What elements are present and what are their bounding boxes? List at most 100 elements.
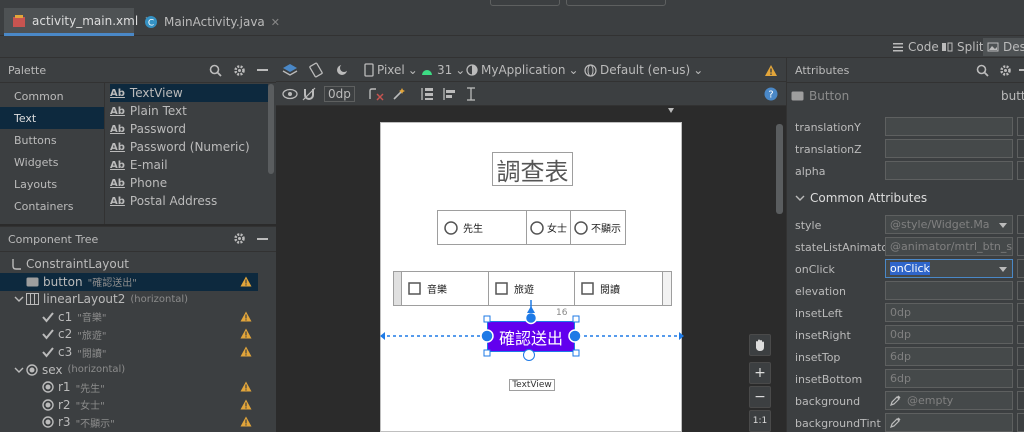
help-icon[interactable]: ? — [764, 85, 778, 103]
orientation-icon[interactable] — [308, 61, 324, 79]
palette-item[interactable]: Ab TextView — [110, 84, 268, 102]
color-picker-icon[interactable] — [890, 417, 901, 428]
gear-icon[interactable] — [999, 64, 1012, 77]
app-config-dropdown[interactable] — [490, 0, 560, 6]
pan-hand-button[interactable] — [749, 334, 771, 356]
guidelines-icon[interactable] — [464, 85, 478, 103]
attr-onclick-input[interactable]: onClick — [885, 259, 1013, 278]
chevron-down-icon[interactable] — [14, 294, 26, 304]
textview[interactable]: TextView — [509, 379, 555, 391]
resource-picker-button[interactable] — [1017, 215, 1024, 234]
split-view-button[interactable]: Split — [941, 38, 984, 56]
night-mode-icon[interactable] — [334, 61, 350, 79]
resource-picker-button[interactable] — [1017, 161, 1024, 180]
canvas-scrollbar[interactable] — [776, 124, 783, 214]
tab-main-activity-java[interactable]: C MainActivity.java ✕ — [136, 8, 280, 36]
layers-icon[interactable] — [282, 61, 298, 79]
warning-icon[interactable] — [240, 416, 252, 427]
checkbox-icon[interactable] — [581, 282, 594, 295]
radio-r2[interactable]: 女士 — [527, 211, 571, 244]
phone-screen[interactable]: 調查表 先生 女士 不顯示 音樂 旅遊 閱讀 16 確認送出 TextView — [380, 122, 682, 432]
api-dropdown[interactable]: 31 ⌄ — [420, 61, 465, 79]
palette-item[interactable]: Ab E-mail — [110, 156, 268, 174]
resource-picker-button[interactable] — [1017, 413, 1024, 432]
minimize-icon[interactable] — [1019, 69, 1024, 71]
attr-backgroundtint-input[interactable] — [885, 413, 1013, 432]
palette-category-layouts[interactable]: Layouts — [0, 173, 104, 195]
common-attributes-section[interactable]: Common Attributes — [787, 187, 1024, 209]
resource-picker-button[interactable] — [1017, 391, 1024, 410]
zoom-out-button[interactable]: − — [749, 386, 771, 408]
warning-icon[interactable] — [240, 311, 252, 322]
gear-icon[interactable] — [233, 232, 246, 245]
close-icon[interactable]: ✕ — [271, 16, 280, 29]
radio-button-icon[interactable] — [574, 220, 588, 235]
tab-activity-main-xml[interactable]: activity_main.xml ✕ — [4, 8, 153, 36]
sex-radio-group[interactable]: 先生 女士 不顯示 — [437, 210, 626, 245]
tree-row-r1[interactable]: r1 "先生" — [0, 378, 258, 396]
warning-icon[interactable] — [240, 328, 252, 339]
palette-category-buttons[interactable]: Buttons — [0, 129, 104, 151]
warning-icon[interactable] — [240, 346, 252, 357]
attr-input[interactable] — [885, 161, 1013, 180]
palette-item[interactable]: Ab Phone — [110, 174, 268, 192]
tree-row-r2[interactable]: r2 "女士" — [0, 396, 258, 414]
search-icon[interactable] — [209, 64, 222, 77]
device-dropdown[interactable]: Pixel ⌄ — [364, 61, 418, 79]
attr-elevation-input[interactable] — [885, 281, 1013, 300]
resource-picker-button[interactable] — [1017, 139, 1024, 158]
palette-category-containers[interactable]: Containers — [0, 195, 104, 217]
tree-row-ConstraintLayout[interactable]: ConstraintLayout — [0, 255, 258, 273]
color-picker-icon[interactable] — [890, 395, 901, 406]
tree-row-c1[interactable]: c1 "音樂" — [0, 308, 258, 326]
attr-insetleft-input[interactable]: 0dp — [885, 303, 1013, 322]
resource-picker-button[interactable] — [1017, 347, 1024, 366]
pack-icon[interactable] — [420, 85, 434, 103]
magnet-off-icon[interactable] — [302, 85, 316, 103]
resize-handle-icon[interactable] — [667, 107, 675, 115]
tree-row-linearLayout2[interactable]: linearLayout2 (horizontal) — [0, 290, 258, 308]
palette-item[interactable]: Ab Password — [110, 120, 268, 138]
resource-picker-button[interactable] — [1017, 237, 1024, 256]
minimize-icon[interactable] — [257, 238, 268, 240]
warning-icon[interactable] — [764, 61, 778, 79]
tree-row-c3[interactable]: c3 "閱讀" — [0, 343, 258, 361]
resource-picker-button[interactable] — [1017, 369, 1024, 388]
attr-insettop-input[interactable]: 6dp — [885, 347, 1013, 366]
resource-picker-button[interactable] — [1017, 281, 1024, 300]
palette-category-common[interactable]: Common — [0, 85, 104, 107]
attr-input[interactable] — [885, 117, 1013, 136]
attr-statelistanimator-input[interactable]: @animator/mtrl_btn_st — [885, 237, 1013, 256]
tree-row-c2[interactable]: c2 "旅遊" — [0, 325, 258, 343]
radio-button-icon[interactable] — [530, 220, 544, 235]
warning-icon[interactable] — [240, 276, 252, 287]
checkbox-icon[interactable] — [408, 282, 421, 295]
warning-icon[interactable] — [240, 381, 252, 392]
attr-insetright-input[interactable]: 0dp — [885, 325, 1013, 344]
resource-picker-button[interactable] — [1017, 259, 1024, 278]
gear-icon[interactable] — [233, 64, 246, 77]
locale-dropdown[interactable]: Default (en-us) ⌄ — [584, 61, 703, 79]
minimize-icon[interactable] — [257, 69, 268, 71]
tree-row-sex[interactable]: sex (horizontal) — [0, 361, 258, 379]
code-view-button[interactable]: Code — [892, 38, 939, 56]
checkbox-icon[interactable] — [495, 282, 508, 295]
palette-item[interactable]: Ab Password (Numeric) — [110, 138, 268, 156]
zoom-in-button[interactable]: + — [749, 362, 771, 384]
chevron-down-icon[interactable] — [795, 193, 805, 203]
resource-picker-button[interactable] — [1017, 325, 1024, 344]
palette-item[interactable]: Ab Postal Address — [110, 192, 268, 210]
default-margin-dropdown[interactable]: 0dp — [324, 86, 355, 102]
palette-category-widgets[interactable]: Widgets — [0, 151, 104, 173]
attr-input[interactable] — [885, 139, 1013, 158]
survey-title[interactable]: 調查表 — [492, 152, 573, 186]
warning-icon[interactable] — [240, 399, 252, 410]
resource-picker-button[interactable] — [1017, 303, 1024, 322]
palette-scrollbar[interactable] — [268, 84, 274, 174]
design-view-button[interactable]: Desi — [983, 38, 1024, 56]
radio-r1[interactable]: 先生 — [438, 211, 527, 244]
eye-icon[interactable] — [282, 85, 298, 103]
infer-constraints-icon[interactable] — [392, 85, 406, 103]
theme-dropdown[interactable]: MyApplication ⌄ — [466, 61, 579, 79]
attr-style-input[interactable]: @style/Widget.Ma — [885, 215, 1013, 234]
